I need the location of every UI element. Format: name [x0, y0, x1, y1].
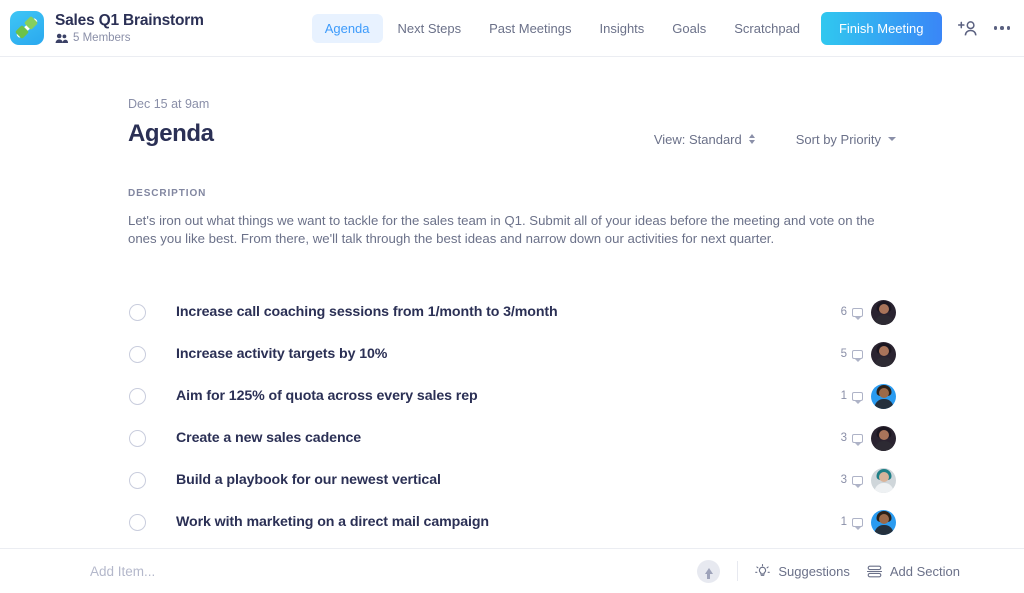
add-item-input[interactable]: [90, 563, 570, 579]
meeting-title: Sales Q1 Brainstorm: [55, 11, 204, 29]
footer-bar: Suggestions Add Section: [0, 548, 1024, 593]
comment-count-group[interactable]: 1: [840, 516, 863, 530]
item-meta: 6: [840, 299, 896, 325]
add-person-icon[interactable]: [957, 20, 978, 37]
avatar[interactable]: [871, 425, 896, 451]
agenda-item-list: Increase call coaching sessions from 1/m…: [128, 291, 896, 543]
avatar[interactable]: [871, 383, 896, 409]
item-checkbox[interactable]: [129, 387, 146, 405]
brand: Sales Q1 Brainstorm 5 Members: [10, 11, 204, 45]
comment-count-group[interactable]: 3: [840, 432, 863, 446]
item-checkbox[interactable]: [129, 345, 146, 363]
list-item[interactable]: Aim for 125% of quota across every sales…: [128, 375, 896, 417]
item-checkbox[interactable]: [129, 303, 146, 321]
tab-past-meetings[interactable]: Past Meetings: [476, 14, 584, 43]
view-controls: View: Standard Sort by Priority: [654, 122, 896, 147]
item-checkbox[interactable]: [129, 429, 146, 447]
meeting-title-block: Sales Q1 Brainstorm 5 Members: [55, 12, 204, 44]
chevron-down-icon: [888, 137, 896, 141]
main-nav: Agenda Next Steps Past Meetings Insights…: [311, 13, 813, 43]
comment-bubble-icon: [852, 349, 863, 362]
item-meta: 1: [840, 509, 896, 535]
finish-meeting-button[interactable]: Finish Meeting: [820, 11, 942, 45]
tab-agenda[interactable]: Agenda: [311, 13, 383, 43]
app-header: Sales Q1 Brainstorm 5 Members Agenda Nex…: [0, 0, 1024, 57]
tab-next-steps[interactable]: Next Steps: [385, 14, 475, 43]
sort-by-priority-label: Sort by Priority: [795, 131, 881, 147]
view-standard-label: View: Standard: [653, 131, 742, 147]
list-item[interactable]: Increase call coaching sessions from 1/m…: [128, 291, 896, 333]
suggestions-label: Suggestions: [778, 563, 850, 579]
add-section-label: Add Section: [889, 563, 960, 579]
avatar[interactable]: [871, 341, 896, 367]
comment-count-group[interactable]: 3: [840, 474, 863, 488]
comment-count: 1: [840, 516, 847, 529]
divider: [737, 561, 739, 581]
item-checkbox[interactable]: [129, 471, 146, 489]
item-meta: 1: [840, 383, 896, 409]
suggestions-button[interactable]: Suggestions: [755, 564, 850, 579]
item-checkbox[interactable]: [129, 513, 146, 531]
comment-count: 6: [840, 306, 847, 319]
list-item[interactable]: Build a playbook for our newest vertical…: [128, 459, 896, 501]
tab-goals[interactable]: Goals: [659, 14, 719, 43]
comment-bubble-icon: [852, 391, 863, 404]
avatar[interactable]: [871, 467, 896, 493]
comment-bubble-icon: [852, 433, 863, 446]
description-text: Let's iron out what things we want to ta…: [128, 213, 875, 246]
item-text: Increase call coaching sessions from 1/m…: [176, 304, 558, 321]
item-text: Aim for 125% of quota across every sales…: [176, 388, 478, 405]
comment-count: 1: [840, 390, 847, 403]
main-content: Dec 15 at 9am Agenda View: Standard Sort…: [0, 57, 1024, 543]
add-section-button[interactable]: Add Section: [866, 563, 960, 579]
app-root: Sales Q1 Brainstorm 5 Members Agenda Nex…: [0, 0, 1024, 593]
item-text: Work with marketing on a direct mail cam…: [176, 514, 489, 531]
item-text: Build a playbook for our newest vertical: [176, 472, 441, 489]
more-horizontal-icon[interactable]: [993, 26, 1010, 30]
list-item[interactable]: Create a new sales cadence 3: [128, 417, 896, 459]
header-actions: Finish Meeting: [820, 11, 1010, 45]
up-down-stepper-icon: [748, 134, 755, 144]
comment-count: 3: [840, 474, 847, 487]
list-item[interactable]: Work with marketing on a direct mail cam…: [128, 501, 896, 543]
item-meta: 3: [840, 425, 896, 451]
item-text: Increase activity targets by 10%: [176, 346, 388, 363]
list-item[interactable]: Increase activity targets by 10% 5: [128, 333, 896, 375]
meeting-date: Dec 15 at 9am: [128, 97, 210, 111]
view-standard-selector[interactable]: View: Standard: [654, 132, 755, 147]
comment-count-group[interactable]: 1: [840, 390, 863, 404]
page-title: Agenda: [128, 120, 214, 147]
comment-count: 5: [840, 348, 847, 361]
item-meta: 3: [840, 467, 896, 493]
lightbulb-icon: [755, 563, 771, 576]
avatar[interactable]: [871, 299, 896, 325]
comment-count-group[interactable]: 5: [840, 348, 863, 362]
item-text: Create a new sales cadence: [176, 430, 362, 447]
tab-insights[interactable]: Insights: [586, 14, 657, 43]
content-inner: Dec 15 at 9am Agenda View: Standard Sort…: [128, 97, 896, 543]
people-icon: [55, 33, 68, 43]
description-label: DESCRIPTION: [128, 188, 207, 199]
members-count-label: 5 Members: [73, 32, 131, 45]
tab-scratchpad[interactable]: Scratchpad: [721, 14, 813, 43]
arrow-up-circle-icon[interactable]: [697, 559, 721, 583]
comment-bubble-icon: [852, 307, 863, 320]
avatar[interactable]: [871, 509, 896, 535]
comment-bubble-icon: [852, 517, 863, 530]
comment-bubble-icon: [852, 475, 863, 488]
members-row[interactable]: 5 Members: [55, 32, 204, 44]
item-meta: 5: [840, 341, 896, 367]
page-title-row: Agenda View: Standard Sort by Priority: [128, 120, 896, 148]
comment-count: 3: [840, 432, 847, 445]
brush-diamond-logo-icon: [10, 11, 44, 45]
footer-actions: Suggestions Add Section: [697, 559, 960, 583]
comment-count-group[interactable]: 6: [840, 306, 863, 320]
sort-by-priority-selector[interactable]: Sort by Priority: [796, 132, 896, 147]
sections-icon: [866, 565, 882, 577]
